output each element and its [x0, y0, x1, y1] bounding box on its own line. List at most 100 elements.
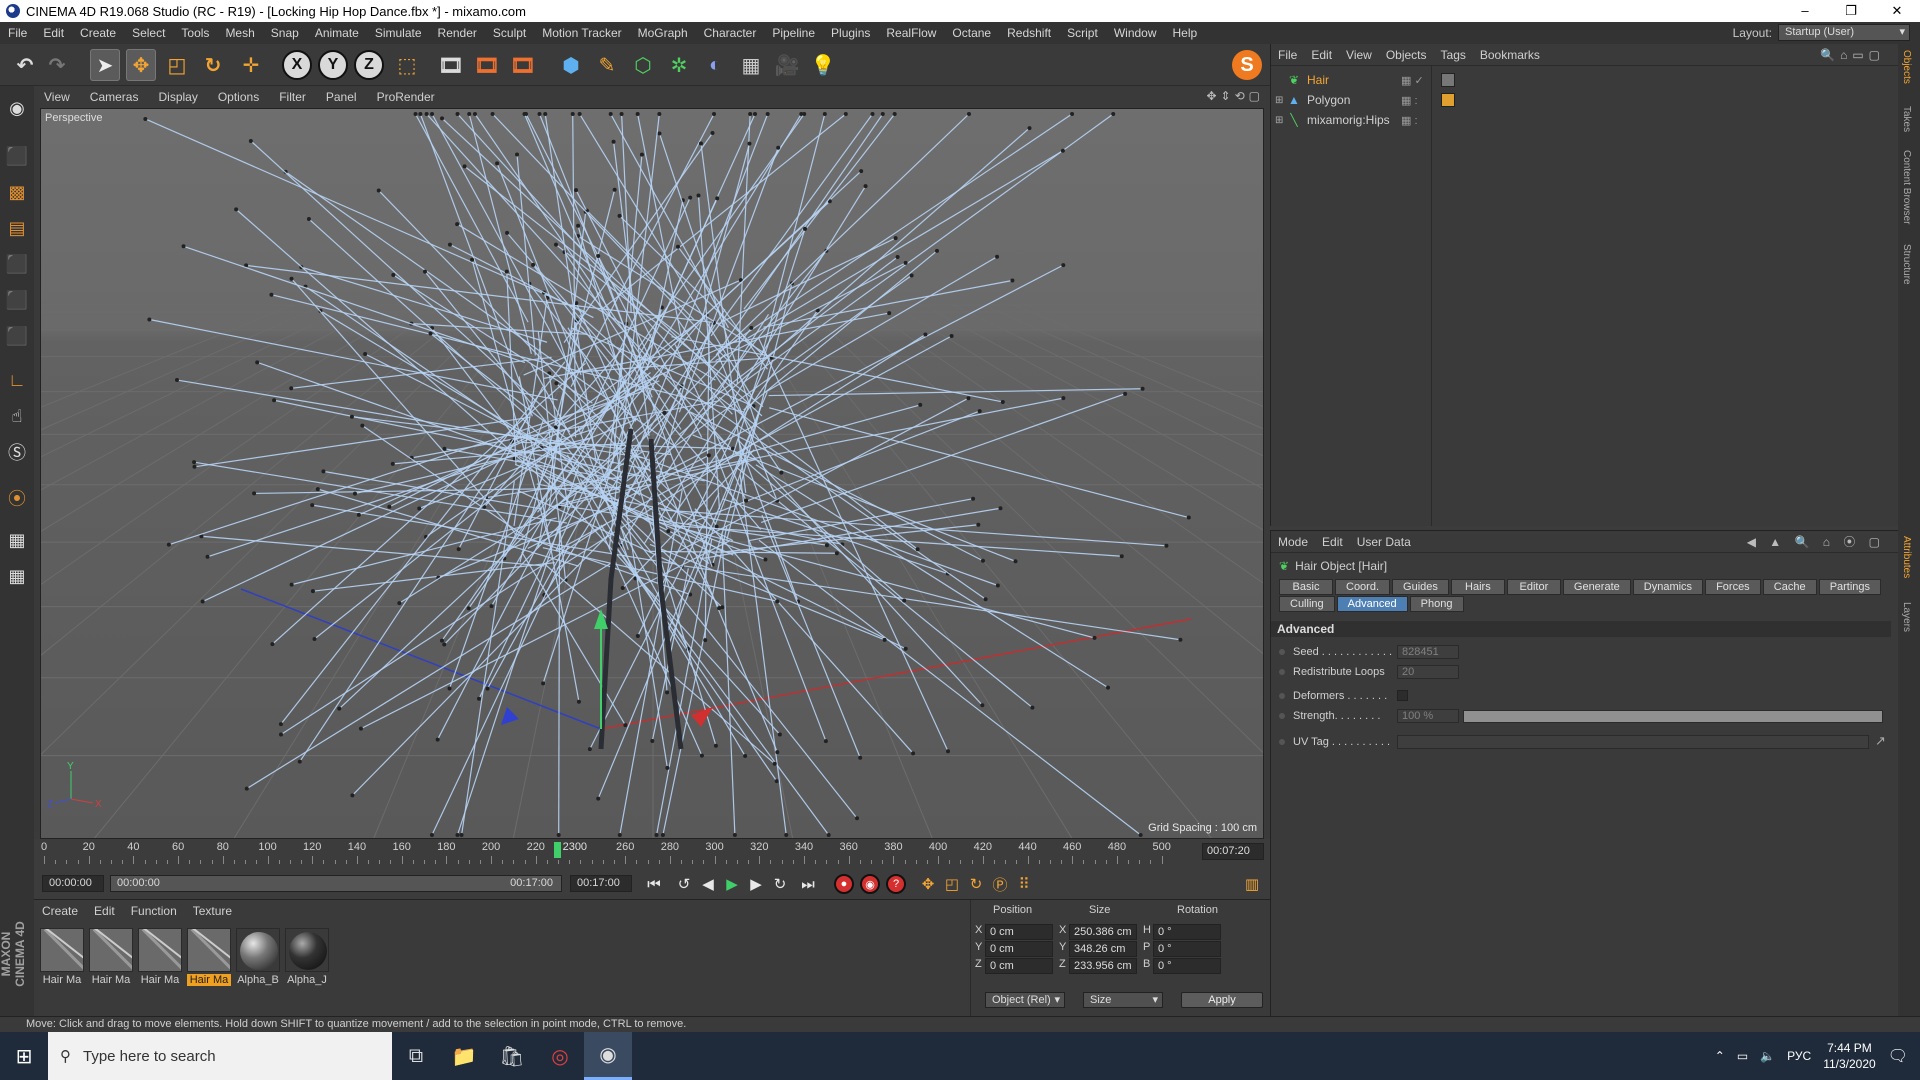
menu-character[interactable]: Character	[696, 26, 765, 40]
clock[interactable]: 7:44 PM 11/3/2020	[1823, 1040, 1876, 1072]
guide-icon[interactable]: ▦	[3, 562, 31, 590]
cinema4d-taskbar-icon[interactable]: ◉	[584, 1032, 632, 1080]
uv-tag-link-field[interactable]	[1397, 735, 1869, 749]
menu-animate[interactable]: Animate	[307, 26, 367, 40]
am-toolbar-icons[interactable]: ◀ ▲ 🔍 ⌂ ⦿ ▢	[1740, 533, 1892, 550]
texture-tag[interactable]	[1441, 93, 1455, 107]
tab-takes[interactable]: Takes	[1901, 106, 1912, 132]
material-item[interactable]: Hair Ma	[138, 928, 182, 986]
seed-field[interactable]: 828451	[1397, 645, 1459, 659]
vp-menu-panel[interactable]: Panel	[316, 90, 367, 104]
strength-slider[interactable]	[1463, 710, 1883, 723]
menu-mesh[interactable]: Mesh	[217, 26, 262, 40]
workplane-lock-icon[interactable]: ▦	[3, 526, 31, 554]
axis-mode-icon[interactable]: ∟	[3, 366, 31, 394]
tab-structure[interactable]: Structure	[1901, 244, 1912, 285]
tab-partings[interactable]: Partings	[1818, 579, 1882, 595]
select-cursor-icon[interactable]: ➤	[90, 49, 120, 81]
vp-menu-view[interactable]: View	[34, 90, 80, 104]
go-to-start-icon[interactable]: ⏮	[642, 873, 666, 895]
vp-menu-display[interactable]: Display	[148, 90, 207, 104]
vp-menu-options[interactable]: Options	[208, 90, 269, 104]
key-parameter-icon[interactable]: Ⓟ	[988, 873, 1012, 895]
current-time-field[interactable]: 00:00:00	[42, 875, 104, 892]
tray-chevron-icon[interactable]: ⌃	[1715, 1049, 1725, 1063]
coordinate-mode-select[interactable]: Object (Rel)	[985, 992, 1065, 1008]
visibility-flags[interactable]: ▦ ✓	[1401, 74, 1424, 87]
menu-simulate[interactable]: Simulate	[367, 26, 430, 40]
texture-mode-icon[interactable]: ▩	[3, 178, 31, 206]
material-item[interactable]: Hair Ma	[89, 928, 133, 986]
menu-tools[interactable]: Tools	[173, 26, 217, 40]
playhead-marker[interactable]	[553, 842, 561, 858]
om-menu-edit[interactable]: Edit	[1304, 48, 1339, 62]
language-indicator[interactable]: РУС	[1787, 1049, 1811, 1063]
menu-help[interactable]: Help	[1165, 26, 1206, 40]
go-to-end-icon[interactable]: ⏭	[796, 873, 820, 895]
size-field[interactable]: 250.386 cm	[1069, 924, 1137, 940]
tab-advanced[interactable]: Advanced	[1336, 596, 1408, 612]
animate-dot[interactable]	[1279, 649, 1285, 655]
tab-attributes[interactable]: Attributes	[1901, 536, 1912, 578]
om-menu-view[interactable]: View	[1339, 48, 1379, 62]
expand-icon[interactable]: ⊞	[1275, 95, 1287, 106]
menu-sculpt[interactable]: Sculpt	[485, 26, 534, 40]
notifications-icon[interactable]: 🗨	[1888, 1046, 1908, 1066]
size-field[interactable]: 233.956 cm	[1069, 958, 1137, 974]
vp-menu-filter[interactable]: Filter	[269, 90, 316, 104]
menu-create[interactable]: Create	[72, 26, 124, 40]
menu-select[interactable]: Select	[124, 26, 173, 40]
tab-objects[interactable]: Objects	[1901, 50, 1912, 84]
size-mode-select[interactable]: Size	[1083, 992, 1163, 1008]
animate-dot[interactable]	[1279, 669, 1285, 675]
restore-button[interactable]: ❐	[1828, 0, 1874, 22]
menu-mograph[interactable]: MoGraph	[630, 26, 696, 40]
viewport-navigation-icons[interactable]: ✥⇕⟲▢	[1206, 89, 1264, 103]
om-menu-tags[interactable]: Tags	[1434, 48, 1473, 62]
deformer-icon[interactable]: ◐	[700, 49, 730, 81]
tab-hairs[interactable]: Hairs	[1450, 579, 1505, 595]
render-settings-icon[interactable]: 🎞	[508, 49, 538, 81]
edges-mode-icon[interactable]: ⬛	[3, 286, 31, 314]
position-field[interactable]: 0 cm	[985, 958, 1053, 974]
position-field[interactable]: 0 cm	[985, 941, 1053, 957]
animate-dot[interactable]	[1279, 693, 1285, 699]
go-to-previous-key-icon[interactable]: ↺	[672, 873, 696, 895]
menu-motion-tracker[interactable]: Motion Tracker	[534, 26, 629, 40]
vp-menu-prorender[interactable]: ProRender	[367, 90, 445, 104]
key-position-icon[interactable]: ✥	[916, 873, 940, 895]
preview-range-slider[interactable]: 00:00:00 00:17:00	[110, 875, 562, 892]
visibility-flags[interactable]: ▦ :	[1401, 94, 1418, 107]
live-select-icon[interactable]: ✛	[236, 49, 266, 81]
rotation-field[interactable]: 0 °	[1153, 958, 1221, 974]
animate-dot[interactable]	[1279, 739, 1285, 745]
redo-icon[interactable]: ↷	[42, 49, 72, 81]
strength-field[interactable]: 100 %	[1397, 709, 1459, 723]
task-view-icon[interactable]: ⧉	[392, 1032, 440, 1080]
start-button[interactable]: ⊞	[0, 1032, 48, 1080]
previous-frame-icon[interactable]: ◀	[696, 873, 720, 895]
model-mode-icon[interactable]: ⬛	[3, 142, 31, 170]
axis-z-lock[interactable]: Z	[354, 49, 384, 81]
tab-coord[interactable]: Coord.	[1335, 579, 1391, 595]
menu-redshift[interactable]: Redshift	[999, 26, 1059, 40]
tab-editor[interactable]: Editor	[1506, 579, 1561, 595]
vp-menu-cameras[interactable]: Cameras	[80, 90, 149, 104]
taskbar-search[interactable]: ⚲ Type here to search	[48, 1032, 392, 1080]
max-time-field[interactable]: 00:17:00	[570, 875, 632, 892]
size-field[interactable]: 348.26 cm	[1069, 941, 1137, 957]
mat-menu-function[interactable]: Function	[123, 904, 185, 918]
mat-menu-create[interactable]: Create	[34, 904, 86, 918]
rotation-field[interactable]: 0 °	[1153, 941, 1221, 957]
scheme-icon[interactable]: ▥	[1240, 873, 1264, 895]
tab-phong[interactable]: Phong	[1409, 596, 1464, 612]
object-row-mixamorig-hips[interactable]: ⊞ ╲ mixamorig:Hips ▦ :	[1275, 110, 1895, 130]
menu-render[interactable]: Render	[430, 26, 485, 40]
timeline-end-time[interactable]: 00:07:20	[1202, 843, 1264, 860]
menu-pipeline[interactable]: Pipeline	[764, 26, 823, 40]
camera-icon[interactable]: 🎥	[772, 49, 802, 81]
object-row-polygon[interactable]: ⊞ ▲ Polygon ▦ :	[1275, 90, 1895, 110]
tab-cache[interactable]: Cache	[1762, 579, 1817, 595]
go-to-next-key-icon[interactable]: ↻	[768, 873, 792, 895]
redistribute-loops-field[interactable]: 20	[1397, 665, 1459, 679]
